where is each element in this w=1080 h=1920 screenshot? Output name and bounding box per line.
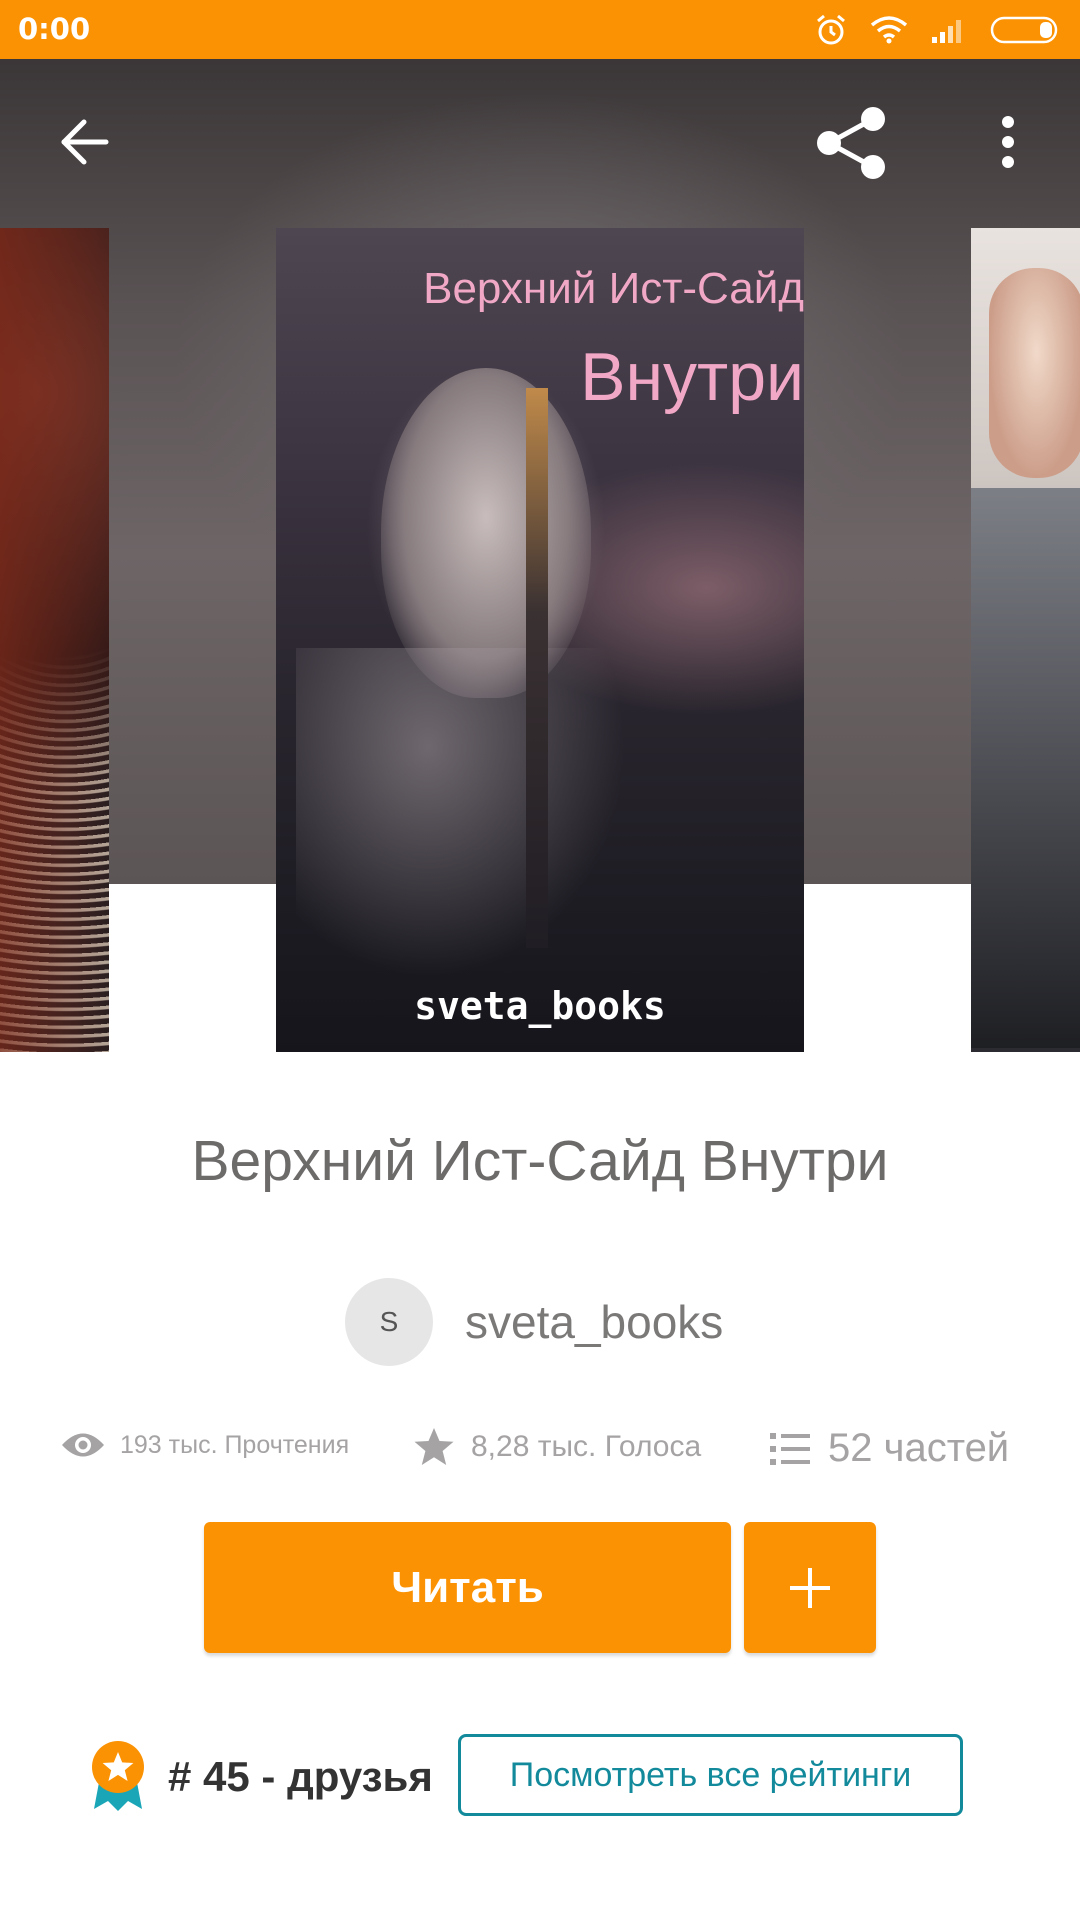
- cover-title-line1: Верхний Ист-Сайд: [423, 264, 804, 313]
- battery-icon: [990, 16, 1058, 44]
- votes-count: 8,28 тыс. Голоса: [471, 1430, 702, 1463]
- more-vertical-icon: [1002, 116, 1014, 168]
- reads-stat: 193 тыс. Прочтения: [60, 1430, 349, 1460]
- list-icon: [770, 1432, 810, 1465]
- votes-stat: 8,28 тыс. Голоса: [413, 1427, 701, 1467]
- avatar: S: [345, 1278, 433, 1366]
- cover-next[interactable]: [971, 228, 1080, 1052]
- parts-stat: 52 частей: [770, 1426, 1009, 1471]
- reads-count: 193 тыс. Прочтения: [120, 1430, 350, 1459]
- add-to-library-button[interactable]: [744, 1522, 876, 1653]
- award-badge-icon: [92, 1741, 144, 1811]
- author-link[interactable]: S sveta_books: [345, 1277, 723, 1367]
- book-title: Верхний Ист-Сайд Внутри: [191, 1129, 889, 1193]
- back-button[interactable]: [42, 100, 126, 184]
- story-stats: 193 тыс. Прочтения 8,28 тыс. Голоса 52 ч…: [0, 1420, 1080, 1480]
- plus-icon: [790, 1567, 830, 1608]
- cover-author: sveta_books: [414, 984, 666, 1028]
- parts-count: 52 частей: [828, 1426, 1010, 1470]
- eye-icon: [62, 1433, 104, 1457]
- status-bar: 0:00: [0, 0, 1080, 59]
- cover-previous[interactable]: [0, 228, 109, 1052]
- avatar-initial: S: [379, 1306, 399, 1337]
- view-all-rankings-button[interactable]: Посмотреть все рейтинги: [458, 1734, 963, 1816]
- wifi-icon: [870, 16, 908, 44]
- share-icon: [817, 107, 885, 179]
- arrow-left-icon: [61, 119, 109, 165]
- read-button[interactable]: Читать: [204, 1522, 731, 1653]
- alarm-icon: [817, 14, 845, 45]
- cover-current[interactable]: Верхний Ист-Сайд Внутри sveta_books: [276, 228, 804, 1052]
- cover-title-line2: Внутри: [580, 339, 804, 415]
- share-button[interactable]: [810, 100, 894, 184]
- author-name: sveta_books: [465, 1296, 724, 1348]
- signal-icon: [932, 20, 961, 43]
- more-options-button[interactable]: [966, 100, 1050, 184]
- rank-text: # 45 - друзья: [168, 1753, 433, 1800]
- star-icon: [414, 1428, 454, 1465]
- status-icons: [814, 12, 1062, 48]
- status-time: 0:00: [18, 12, 91, 46]
